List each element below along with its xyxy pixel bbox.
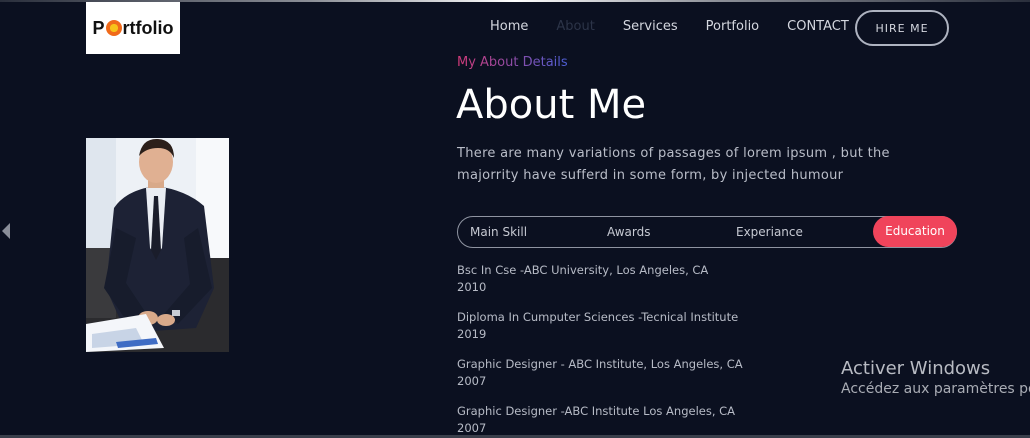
tab-awards[interactable]: Awards xyxy=(607,217,650,247)
about-kicker: My About Details xyxy=(457,55,568,70)
windows-activation-notice: Activer Windows Accédez aux paramètres p… xyxy=(841,358,1030,397)
about-tabs: Main Skill Awards Experiance Education xyxy=(457,216,957,248)
nav-about[interactable]: About xyxy=(556,19,594,34)
tab-education[interactable]: Education xyxy=(873,216,957,247)
businessman-illustration xyxy=(86,138,229,352)
main-nav: Home About Services Portfolio CONTACT xyxy=(490,17,849,35)
tab-main-skill[interactable]: Main Skill xyxy=(470,217,527,247)
nav-home[interactable]: Home xyxy=(490,19,528,34)
education-title: Bsc In Cse -ABC University, Los Angeles,… xyxy=(457,263,709,277)
nav-contact[interactable]: CONTACT xyxy=(787,19,849,34)
education-title: Diploma In Cumputer Sciences -Tecnical I… xyxy=(457,310,739,324)
tab-experiance[interactable]: Experiance xyxy=(736,217,803,247)
logo-suffix: rtfolio xyxy=(122,17,174,38)
education-year: 2019 xyxy=(457,327,487,341)
activation-subtitle: Accédez aux paramètres pou xyxy=(841,381,1030,397)
profile-photo xyxy=(86,138,229,352)
site-logo[interactable]: Prtfolio xyxy=(86,2,180,54)
activation-title: Activer Windows xyxy=(841,358,991,379)
education-item: Graphic Designer -ABC Institute Los Ange… xyxy=(457,403,735,437)
about-description: There are many variations of passages of… xyxy=(457,146,890,183)
education-title: Graphic Designer -ABC Institute Los Ange… xyxy=(457,404,736,418)
education-year: 2007 xyxy=(457,374,487,388)
slider-prev-arrow-icon[interactable] xyxy=(2,223,10,239)
nav-portfolio[interactable]: Portfolio xyxy=(706,19,759,34)
page-title: About Me xyxy=(456,82,647,128)
education-item: Bsc In Cse -ABC University, Los Angeles,… xyxy=(457,262,708,296)
hire-me-button[interactable]: HIRE ME xyxy=(855,10,949,46)
education-item: Graphic Designer - ABC Institute, Los An… xyxy=(457,356,743,390)
education-year: 2010 xyxy=(457,280,487,294)
logo-prefix: P xyxy=(92,17,105,38)
education-item: Diploma In Cumputer Sciences -Tecnical I… xyxy=(457,309,738,343)
nav-services[interactable]: Services xyxy=(623,19,678,34)
logo-o-icon xyxy=(105,20,122,36)
education-title: Graphic Designer - ABC Institute, Los An… xyxy=(457,357,743,371)
